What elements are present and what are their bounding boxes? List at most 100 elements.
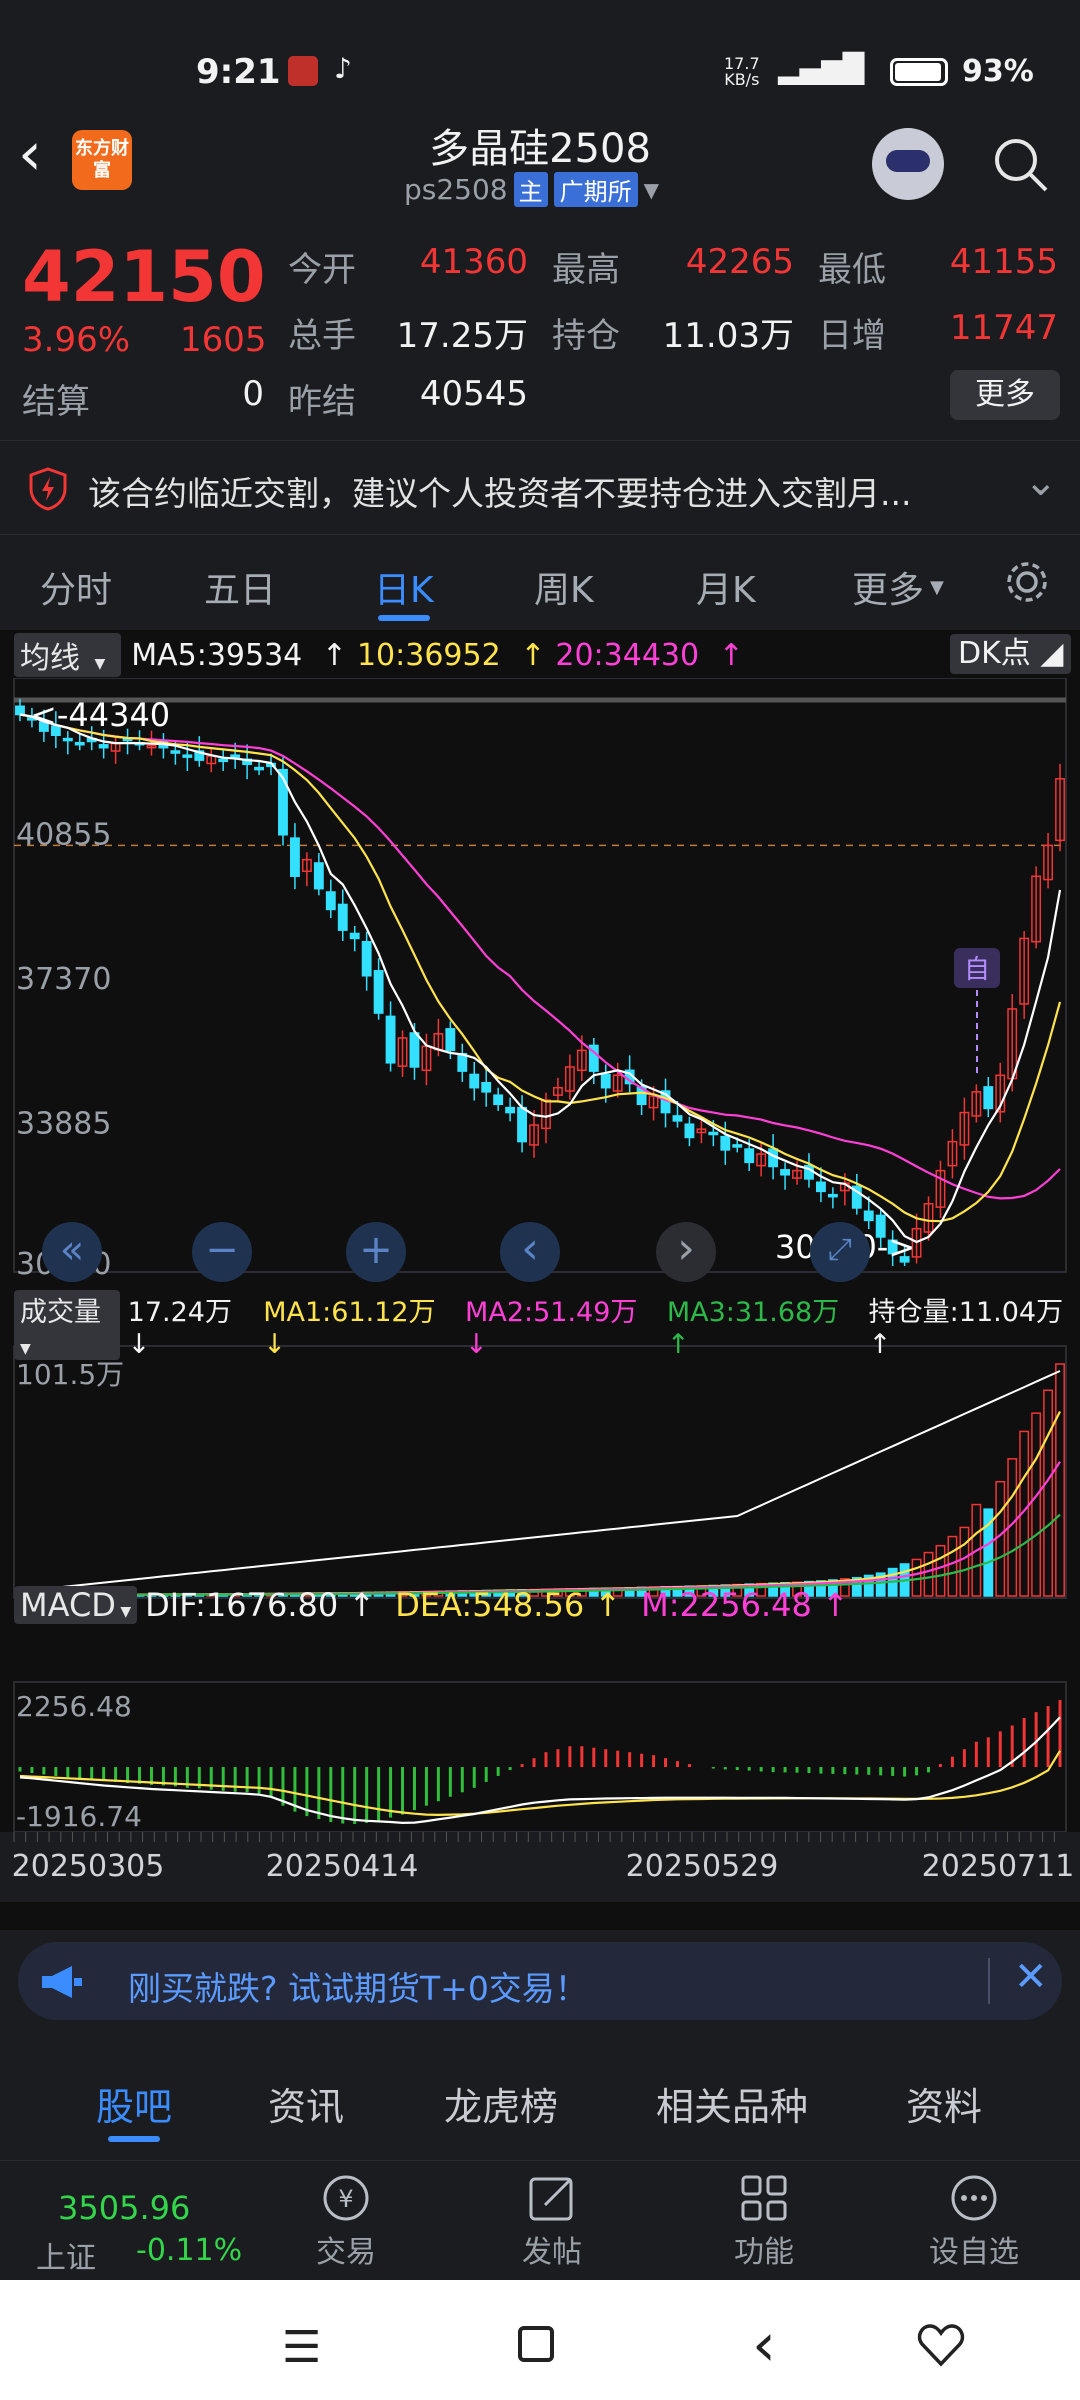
- tab-news[interactable]: 资讯: [268, 2076, 344, 2131]
- scroll-left-button[interactable]: ‹: [500, 1222, 560, 1282]
- svg-text:¥: ¥: [338, 2185, 353, 2213]
- candle: [325, 891, 336, 911]
- volume-selector[interactable]: 成交量 ▼: [14, 1290, 120, 1360]
- candle: [672, 1115, 683, 1122]
- more-button[interactable]: 更多: [950, 370, 1060, 420]
- tab-dragon-tiger[interactable]: 龙虎榜: [444, 2076, 558, 2131]
- volume-legend: 成交量 ▼ 17.24万↓ MA1:61.12万↓ MA2:51.49万↓ MA…: [14, 1290, 1080, 1360]
- tab-profile[interactable]: 资料: [906, 2076, 982, 2131]
- functions-button[interactable]: 功能: [674, 2171, 854, 2271]
- macd-panel-frame: [13, 1681, 1067, 1833]
- tab-forum[interactable]: 股吧: [96, 2076, 172, 2131]
- quote-panel: 42150 3.96% 1605 结算 0 今开 41360 最高 42265 …: [0, 220, 1080, 435]
- prev-settle-label: 昨结: [288, 382, 356, 422]
- promo-banner[interactable]: 刚买就跌? 试试期货T+0交易！ ✕: [18, 1942, 1062, 2020]
- contract-code: ps2508: [404, 173, 508, 206]
- x-axis-date-label: 20250711: [922, 1849, 1075, 1884]
- open-label: 今开: [288, 250, 356, 290]
- menu-icon[interactable]: ☰: [282, 2322, 321, 2373]
- chevron-down-icon: ▼: [930, 576, 944, 598]
- x-axis-date-label: 20250305: [12, 1849, 165, 1884]
- settings-gear-icon[interactable]: [1002, 557, 1052, 607]
- search-icon[interactable]: [990, 134, 1050, 194]
- macd-legend: MACD ▼ DIF:1676.80 ↑ DEA:548.56 ↑ M:2256…: [14, 1582, 849, 1628]
- low-label: 最低: [818, 250, 886, 290]
- vol-ma3-value: MA3:31.68万↑: [666, 1297, 840, 1360]
- candle: [469, 1073, 480, 1089]
- candle: [170, 750, 181, 754]
- candle: [780, 1169, 791, 1176]
- megaphone-icon: [42, 1966, 82, 1998]
- robot-assistant-icon[interactable]: [872, 128, 944, 200]
- tab-monthly-k[interactable]: 月K: [696, 561, 756, 613]
- exchange-tag: 广期所: [553, 172, 638, 207]
- scroll-right-button[interactable]: ›: [656, 1222, 716, 1282]
- candle: [815, 1181, 826, 1193]
- volume-axis-label: 101.5万: [16, 1358, 124, 1391]
- assistant-heart-icon[interactable]: [916, 2320, 966, 2370]
- macd-min-label: -1916.74: [16, 1800, 142, 1833]
- settle-label: 结算: [22, 382, 90, 422]
- volume-bar: [923, 1551, 934, 1597]
- tab-intraday[interactable]: 分时: [40, 561, 112, 613]
- price-axis-label: 40855: [16, 818, 111, 853]
- add-watchlist-button[interactable]: 设自选: [884, 2171, 1064, 2271]
- index-ticker[interactable]: 3505.96 上证 -0.11%: [0, 2161, 260, 2281]
- shield-alert-icon: [29, 467, 67, 511]
- expand-icon[interactable]: ⤢: [810, 1222, 870, 1282]
- candle: [182, 754, 193, 758]
- candle: [313, 862, 324, 890]
- volume-bar: [959, 1526, 970, 1597]
- ma5-value: MA5:39534 ↑: [131, 637, 347, 673]
- tab-five-day[interactable]: 五日: [204, 561, 276, 613]
- candle: [445, 1028, 456, 1052]
- candle: [409, 1032, 420, 1068]
- last-price: 42150: [22, 236, 266, 318]
- open-value: 41360: [419, 242, 528, 282]
- edit-icon: [529, 2177, 573, 2221]
- system-nav-bar: ☰ ‹: [0, 2280, 1080, 2400]
- ma20-value: 20:34430 ↑: [555, 637, 744, 673]
- tab-more[interactable]: 更多 ▼: [852, 561, 944, 613]
- app-header: ‹ 东方财富 多晶硅2508 ps2508 主 广期所 ▼: [0, 110, 1080, 220]
- active-tab-indicator: [108, 2136, 160, 2142]
- back-nav-icon[interactable]: ‹: [752, 2310, 776, 2380]
- battery-icon: [890, 58, 948, 86]
- home-icon[interactable]: [518, 2326, 554, 2362]
- candle: [361, 941, 372, 977]
- dk-point-button[interactable]: DK点 ◢: [950, 634, 1072, 674]
- tab-daily-k[interactable]: 日K: [374, 561, 434, 613]
- ma-selector[interactable]: 均线 ▼: [14, 633, 122, 677]
- low-value: 41155: [949, 242, 1058, 282]
- volume-bar: [1031, 1412, 1042, 1597]
- price-panel-frame: [13, 678, 1067, 1273]
- trade-yen-icon: ¥: [323, 2175, 369, 2221]
- zoom-in-button[interactable]: +: [346, 1222, 406, 1282]
- chevron-down-icon: ⌄: [1024, 459, 1058, 505]
- volume-bar: [947, 1535, 958, 1597]
- macd-selector[interactable]: MACD ▼: [14, 1586, 138, 1624]
- candle: [863, 1210, 874, 1222]
- post-button[interactable]: 发帖: [462, 2171, 642, 2271]
- tab-weekly-k[interactable]: 周K: [534, 561, 594, 613]
- tab-related[interactable]: 相关品种: [656, 2076, 808, 2131]
- delivery-warning-banner[interactable]: 该合约临近交割，建议个人投资者不要持仓进入交割月... ⌄: [0, 440, 1080, 535]
- close-icon[interactable]: ✕: [1014, 1954, 1048, 2000]
- volume-value: 17.25万: [396, 316, 528, 356]
- candle: [254, 766, 265, 771]
- candle: [827, 1193, 838, 1198]
- candle: [15, 705, 25, 716]
- trade-button[interactable]: ¥ 交易: [256, 2171, 436, 2271]
- zoom-out-button[interactable]: −: [192, 1222, 252, 1282]
- high-label: 最高: [552, 250, 620, 290]
- daily-increase-label: 日增: [818, 316, 886, 356]
- open-interest-line: [19, 1370, 1061, 1593]
- macd-max-label: 2256.48: [16, 1690, 132, 1723]
- ma-legend: 均线 ▼ MA5:39534 ↑ 10:36952 ↑ 20:34430 ↑: [14, 632, 754, 678]
- jump-start-button[interactable]: «: [42, 1222, 102, 1282]
- candle: [98, 744, 109, 749]
- volume-bar: [935, 1544, 946, 1597]
- contract-info[interactable]: ps2508 主 广期所 ▼: [404, 172, 659, 207]
- volume-value: 17.24万↓: [127, 1297, 232, 1360]
- vol-ma1-value: MA1:61.12万↓: [263, 1297, 436, 1360]
